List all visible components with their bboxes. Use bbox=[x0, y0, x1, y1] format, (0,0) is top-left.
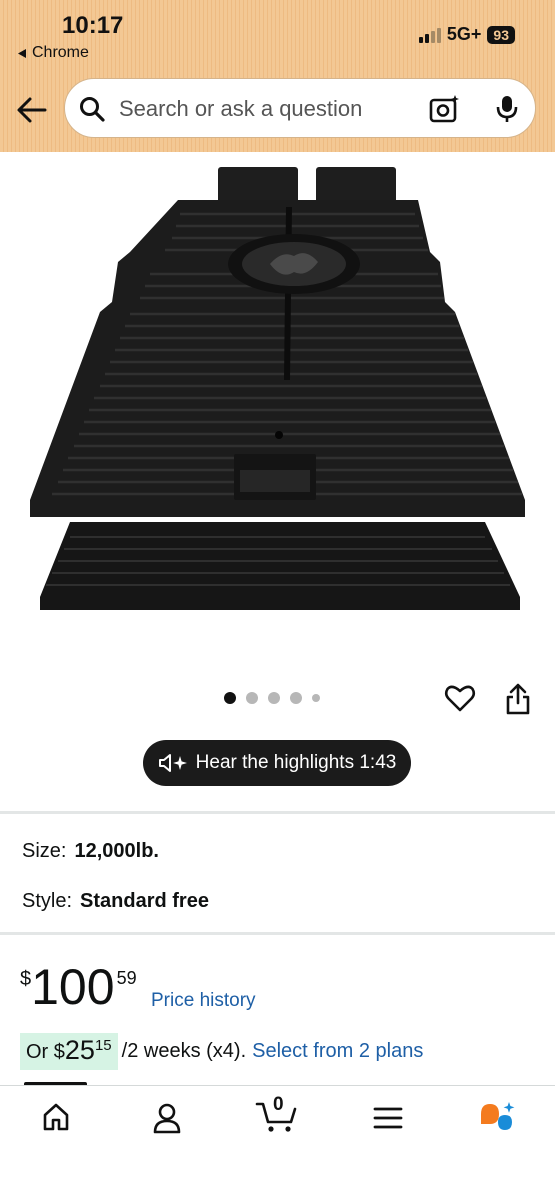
home-icon[interactable] bbox=[41, 1102, 71, 1132]
bottom-tab-bar: 0 bbox=[0, 1085, 555, 1201]
installment-offer: Or $25 15 /2 weeks (x4). Select from 2 pl… bbox=[20, 1032, 423, 1070]
battery-level: 93 bbox=[487, 25, 515, 44]
cart-count: 0 bbox=[273, 1094, 284, 1115]
size-value: 12,000lb. bbox=[74, 840, 159, 862]
back-to-app[interactable]: Chrome bbox=[17, 44, 89, 62]
carousel-dot[interactable] bbox=[246, 692, 258, 704]
share-icon[interactable] bbox=[505, 683, 531, 715]
installment-amount: Or $25 15 bbox=[20, 1032, 118, 1070]
camera-icon[interactable] bbox=[429, 94, 461, 124]
app-header: 10:17 Chrome 5G+ 93 bbox=[0, 0, 555, 152]
status-indicators: 5G+ 93 bbox=[418, 24, 515, 45]
hear-highlights-label: Hear the highlights 1:43 bbox=[195, 752, 397, 773]
search-icon bbox=[80, 97, 105, 122]
status-time: 10:17 bbox=[62, 12, 124, 39]
style-value: Standard free bbox=[80, 890, 209, 912]
price-fraction: 59 bbox=[116, 968, 137, 988]
carousel-dot[interactable] bbox=[290, 692, 302, 704]
speaker-sparkle-icon bbox=[158, 754, 187, 772]
price-whole: 100 bbox=[31, 959, 115, 1015]
size-row[interactable]: Size: 12,000lb. bbox=[22, 840, 159, 863]
carousel-dot[interactable] bbox=[224, 692, 236, 704]
installment-whole: 25 bbox=[64, 1034, 95, 1065]
heart-icon[interactable] bbox=[444, 683, 476, 713]
section-divider bbox=[0, 932, 555, 935]
menu-icon[interactable] bbox=[373, 1106, 403, 1130]
price-symbol: $ bbox=[20, 968, 32, 990]
price: $ 100 59 bbox=[20, 962, 137, 1012]
size-label: Size: bbox=[22, 840, 67, 862]
back-triangle-icon bbox=[18, 48, 26, 58]
back-app-label: Chrome bbox=[32, 44, 89, 61]
cart-button[interactable]: 0 bbox=[255, 1094, 299, 1134]
price-history-link[interactable]: Price history bbox=[151, 990, 256, 1012]
carousel-dot[interactable] bbox=[312, 694, 320, 702]
search-bar[interactable] bbox=[64, 78, 536, 138]
signal-icon bbox=[418, 27, 441, 43]
search-input[interactable] bbox=[117, 93, 421, 125]
hear-highlights-button[interactable]: Hear the highlights 1:43 bbox=[143, 740, 411, 786]
image-carousel-dots[interactable] bbox=[224, 692, 320, 704]
rufus-assistant-icon[interactable] bbox=[478, 1100, 518, 1136]
back-arrow-icon[interactable] bbox=[15, 93, 49, 127]
product-image[interactable] bbox=[0, 152, 555, 672]
account-icon[interactable] bbox=[152, 1102, 182, 1134]
select-plans-link[interactable]: Select from 2 plans bbox=[252, 1040, 423, 1063]
microphone-icon[interactable] bbox=[495, 94, 519, 124]
style-label: Style: bbox=[22, 890, 73, 912]
installment-terms: /2 weeks (x4). bbox=[121, 1039, 247, 1062]
installment-symbol: $ bbox=[53, 1040, 65, 1063]
style-row[interactable]: Style: Standard free bbox=[22, 890, 209, 913]
installment-prefix: Or bbox=[26, 1040, 49, 1063]
carousel-dot[interactable] bbox=[268, 692, 280, 704]
network-type: 5G+ bbox=[446, 24, 482, 44]
installment-fraction: 15 bbox=[94, 1036, 112, 1054]
section-divider bbox=[0, 811, 555, 814]
